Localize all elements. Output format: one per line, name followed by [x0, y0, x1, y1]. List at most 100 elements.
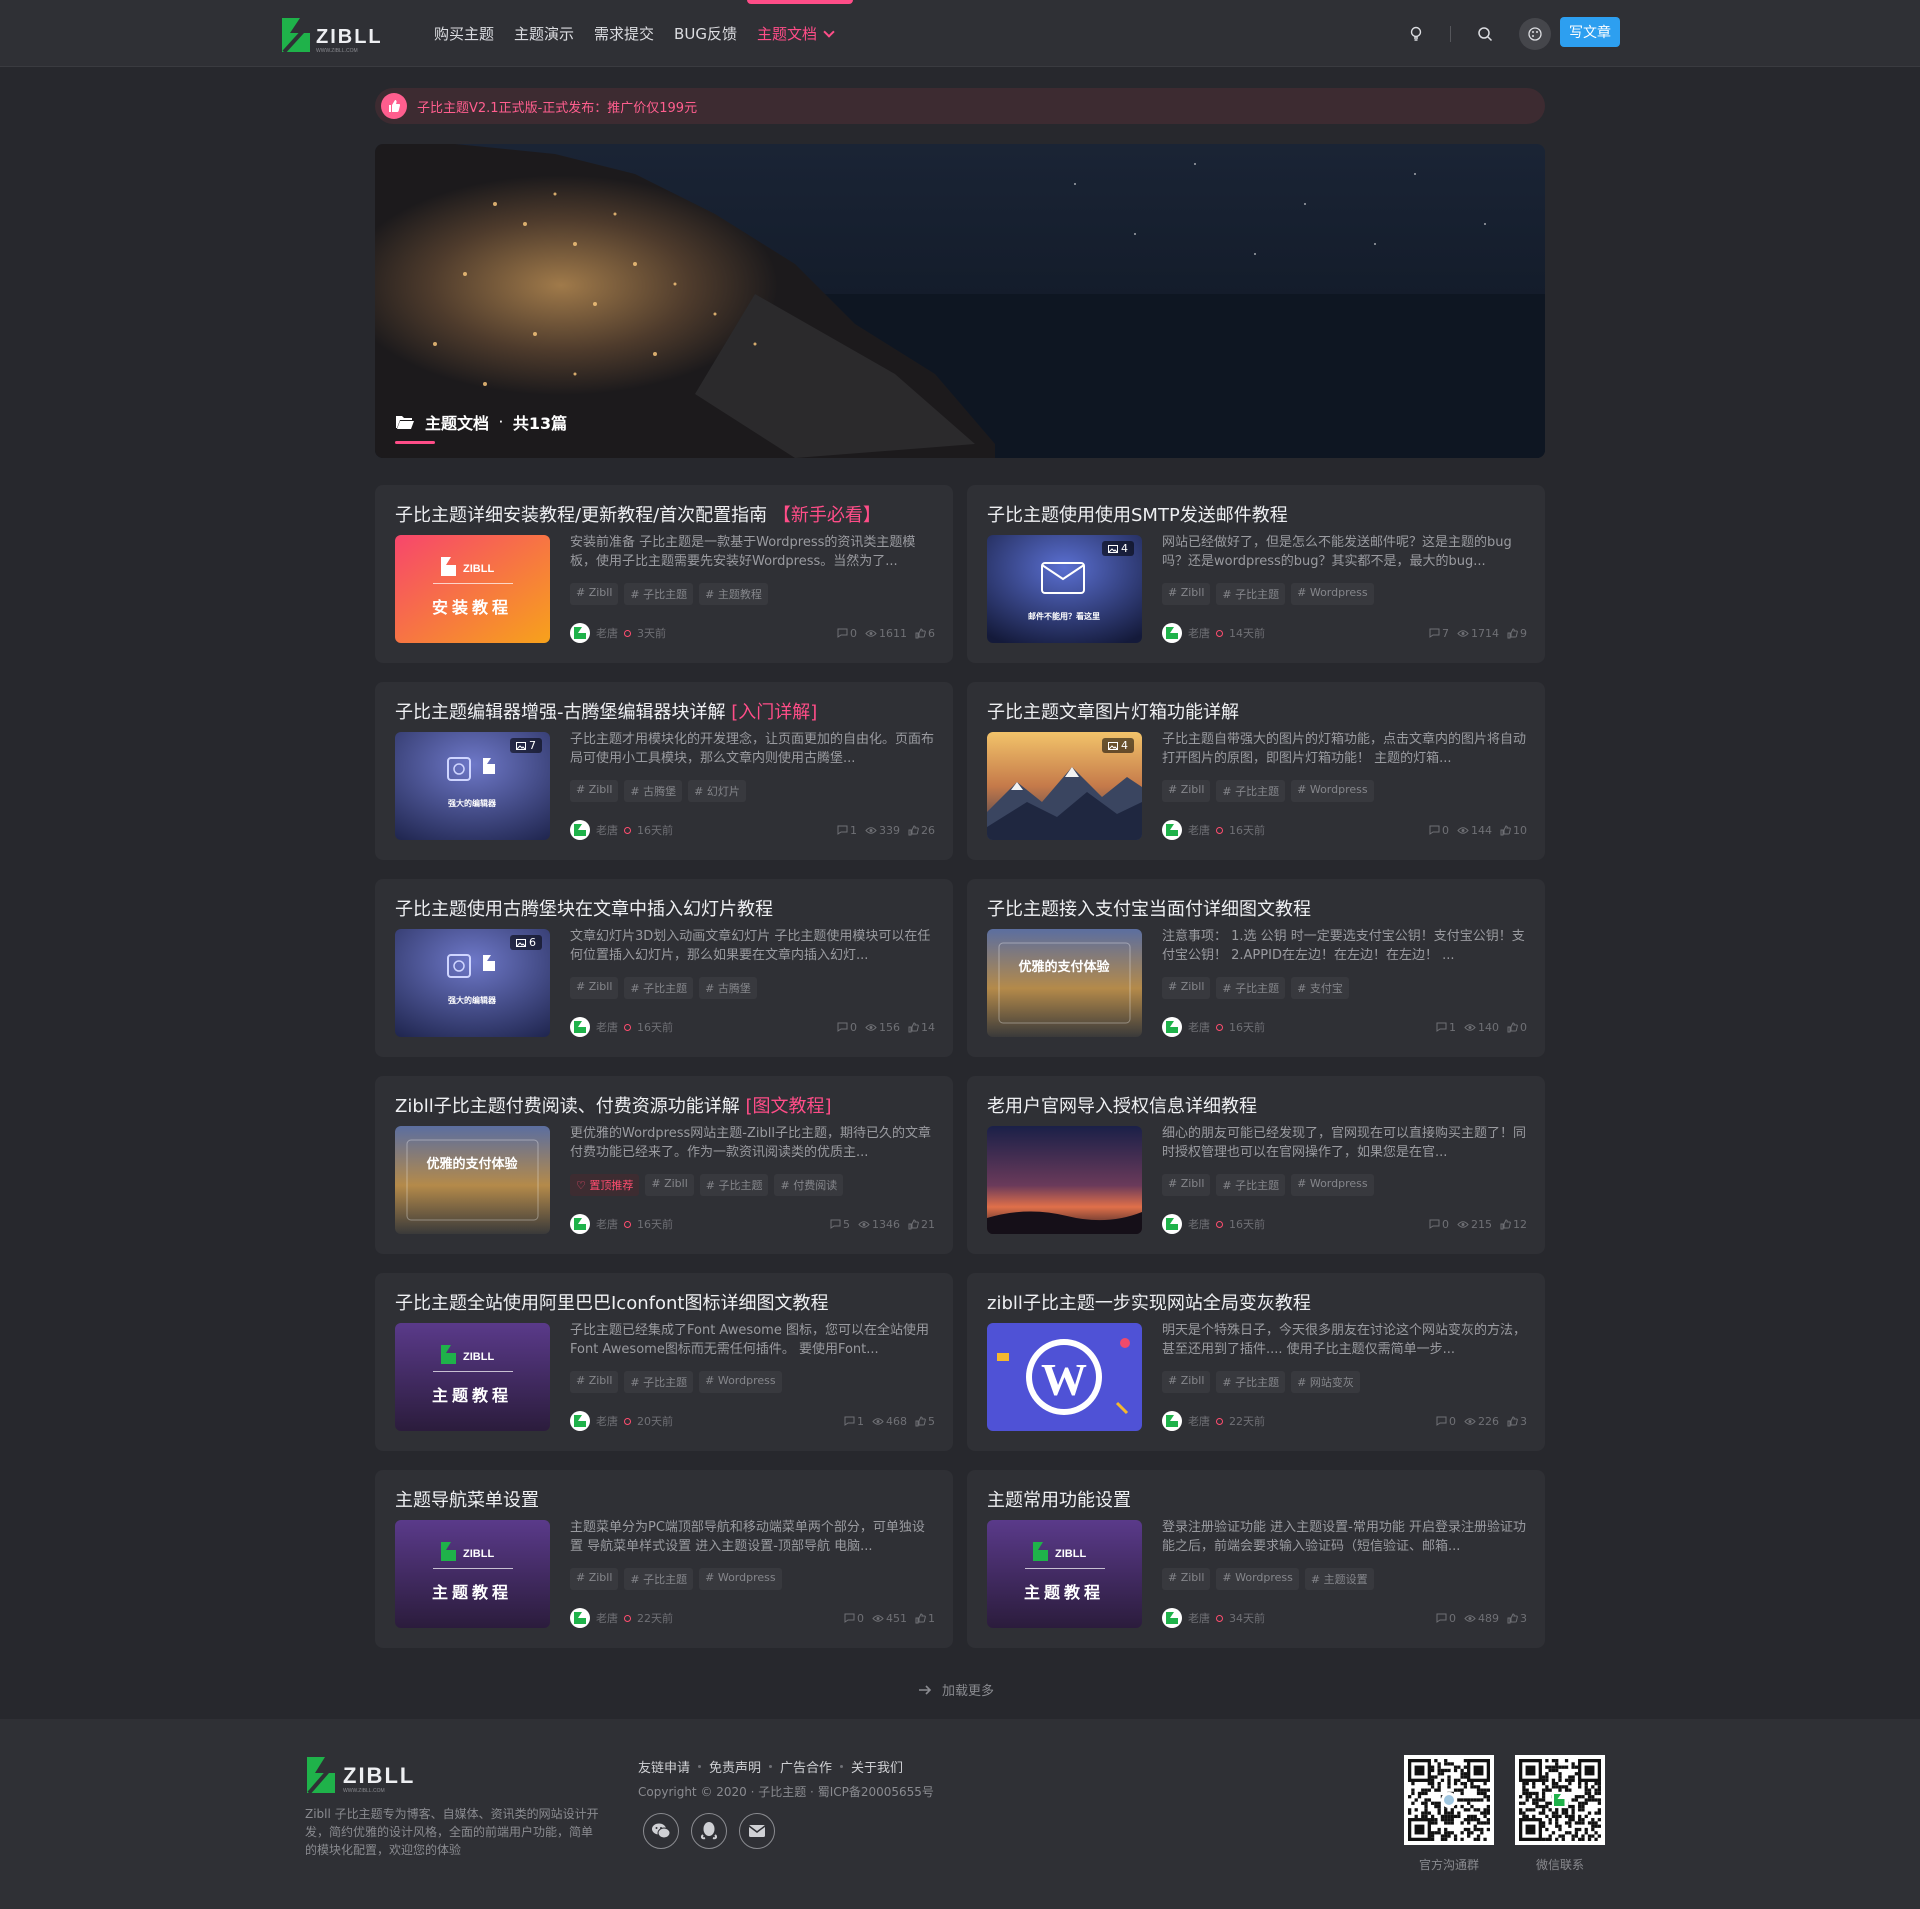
post-thumbnail[interactable]: ZIBLL 安装教程	[395, 535, 550, 643]
email-button[interactable]	[739, 1813, 775, 1849]
post-thumbnail[interactable]: 邮件不能用？看这里 4	[987, 535, 1142, 643]
author-avatar[interactable]	[1162, 1017, 1182, 1037]
post-title[interactable]: 主题常用功能设置	[987, 1486, 1525, 1512]
like-count[interactable]: 5	[915, 1415, 935, 1428]
post-card[interactable]: 子比主题全站使用阿里巴巴Iconfont图标详细图文教程 ZIBLL 主题教程 …	[375, 1273, 953, 1451]
author-name[interactable]: 老唐	[596, 822, 618, 838]
author-name[interactable]: 老唐	[596, 1413, 618, 1429]
post-tag[interactable]: # 支付宝	[1291, 977, 1349, 999]
nav-item-request[interactable]: 需求提交	[594, 0, 654, 67]
footer-link-about[interactable]: 关于我们	[851, 1757, 903, 1776]
qq-button[interactable]	[691, 1813, 727, 1849]
post-card[interactable]: 子比主题使用使用SMTP发送邮件教程 邮件不能用？看这里 4 网站已经做好了，但…	[967, 485, 1545, 663]
author-avatar[interactable]	[1162, 820, 1182, 840]
site-logo[interactable]: ZIBLL WWW.ZIBLL.COM	[280, 16, 400, 54]
post-title[interactable]: 主题导航菜单设置	[395, 1486, 933, 1512]
post-tag[interactable]: # 子比主题	[1216, 780, 1286, 802]
post-tag[interactable]: # Wordpress	[699, 1568, 782, 1590]
post-thumbnail[interactable]: 优雅的支付体验	[395, 1126, 550, 1234]
author-avatar[interactable]	[1162, 1214, 1182, 1234]
post-card[interactable]: 子比主题使用古腾堡块在文章中插入幻灯片教程 强大的编辑器 6 文章幻灯片3D划入…	[375, 879, 953, 1057]
post-card[interactable]: 主题常用功能设置 ZIBLL 主题教程 登录注册验证功能 进入主题设置-常用功能…	[967, 1470, 1545, 1648]
like-count[interactable]: 3	[1507, 1415, 1527, 1428]
search-button[interactable]	[1469, 18, 1501, 50]
author-avatar[interactable]	[1162, 1411, 1182, 1431]
post-tag[interactable]: # 幻灯片	[688, 780, 746, 802]
post-card[interactable]: zibll子比主题一步实现网站全局变灰教程 W 明天是个特殊日子，今天很多朋友在…	[967, 1273, 1545, 1451]
post-thumbnail[interactable]: 优雅的支付体验	[987, 929, 1142, 1037]
post-tag[interactable]: # 古腾堡	[699, 977, 757, 999]
post-thumbnail[interactable]: ZIBLL 主题教程	[987, 1520, 1142, 1628]
write-post-button[interactable]: 写文章	[1560, 17, 1620, 47]
author-avatar[interactable]	[570, 623, 590, 643]
post-tag[interactable]: # 子比主题	[1216, 1174, 1286, 1196]
author-avatar[interactable]	[570, 1608, 590, 1628]
author-avatar[interactable]	[1162, 623, 1182, 643]
like-count[interactable]: 3	[1507, 1612, 1527, 1625]
footer-link-ads[interactable]: 广告合作	[780, 1757, 832, 1776]
post-thumbnail[interactable]: W	[987, 1323, 1142, 1431]
author-avatar[interactable]	[570, 1411, 590, 1431]
like-count[interactable]: 12	[1500, 1218, 1527, 1231]
post-tag[interactable]: # 子比主题	[1216, 1371, 1286, 1393]
like-count[interactable]: 6	[915, 627, 935, 640]
post-thumbnail[interactable]: ZIBLL 主题教程	[395, 1323, 550, 1431]
post-title[interactable]: 子比主题使用古腾堡块在文章中插入幻灯片教程	[395, 895, 933, 921]
author-name[interactable]: 老唐	[1188, 1019, 1210, 1035]
post-tag[interactable]: # Wordpress	[1291, 1174, 1374, 1196]
post-card[interactable]: 老用户官网导入授权信息详细教程 细心的朋友可能已经发现了，官网现在可以直接购买主…	[967, 1076, 1545, 1254]
post-thumbnail[interactable]: 强大的编辑器 6	[395, 929, 550, 1037]
like-count[interactable]: 14	[908, 1021, 935, 1034]
post-title[interactable]: 老用户官网导入授权信息详细教程	[987, 1092, 1525, 1118]
post-card[interactable]: 子比主题接入支付宝当面付详细图文教程 优雅的支付体验 注意事项： 1.选 公钥 …	[967, 879, 1545, 1057]
post-tag[interactable]: # Wordpress	[1291, 583, 1374, 605]
author-name[interactable]: 老唐	[596, 1610, 618, 1626]
post-card[interactable]: 子比主题编辑器增强-古腾堡编辑器块详解 [入门详解] 强大的编辑器 7 子比主题…	[375, 682, 953, 860]
author-avatar[interactable]	[570, 1214, 590, 1234]
post-tag[interactable]: # 网站变灰	[1291, 1371, 1360, 1393]
nav-item-buy[interactable]: 购买主题	[434, 0, 494, 67]
like-count[interactable]: 9	[1507, 627, 1527, 640]
post-tag[interactable]: # Zibll	[1162, 977, 1211, 999]
post-thumbnail[interactable]: 强大的编辑器 7	[395, 732, 550, 840]
post-thumbnail[interactable]: ZIBLL 主题教程	[395, 1520, 550, 1628]
post-thumbnail[interactable]	[987, 1126, 1142, 1234]
post-tag[interactable]: # Zibll	[1162, 1371, 1211, 1393]
author-name[interactable]: 老唐	[1188, 625, 1210, 641]
author-avatar[interactable]	[570, 820, 590, 840]
post-card[interactable]: 子比主题详细安装教程/更新教程/首次配置指南 【新手必看】 ZIBLL 安装教程…	[375, 485, 953, 663]
nav-item-docs[interactable]: 主题文档	[746, 0, 853, 67]
author-avatar[interactable]	[1162, 1608, 1182, 1628]
post-tag[interactable]: # Zibll	[1162, 780, 1211, 802]
pinned-tag[interactable]: ♡ 置顶推荐	[570, 1174, 640, 1196]
author-avatar[interactable]	[570, 1017, 590, 1037]
post-title[interactable]: 子比主题详细安装教程/更新教程/首次配置指南 【新手必看】	[395, 501, 933, 527]
wechat-button[interactable]	[643, 1813, 679, 1849]
post-tag[interactable]: # Zibll	[645, 1174, 694, 1196]
post-tag[interactable]: # Wordpress	[1216, 1568, 1299, 1590]
author-name[interactable]: 老唐	[1188, 1216, 1210, 1232]
post-tag[interactable]: # Zibll	[1162, 583, 1211, 605]
post-tag[interactable]: # Zibll	[1162, 1174, 1211, 1196]
author-name[interactable]: 老唐	[596, 1019, 618, 1035]
author-name[interactable]: 老唐	[1188, 1413, 1210, 1429]
post-tag[interactable]: # Wordpress	[699, 1371, 782, 1393]
post-card[interactable]: 主题导航菜单设置 ZIBLL 主题教程 主题菜单分为PC端顶部导航和移动端菜单两…	[375, 1470, 953, 1648]
like-count[interactable]: 21	[908, 1218, 935, 1231]
post-tag[interactable]: # 子比主题	[624, 583, 694, 605]
load-more-button[interactable]: 加载更多	[918, 1680, 994, 1699]
post-tag[interactable]: # Zibll	[570, 1568, 619, 1590]
post-tag[interactable]: # 子比主题	[1216, 583, 1286, 605]
post-tag[interactable]: # Zibll	[1162, 1568, 1211, 1590]
post-tag[interactable]: # 子比主题	[624, 977, 694, 999]
author-name[interactable]: 老唐	[1188, 822, 1210, 838]
post-tag[interactable]: # 付费阅读	[774, 1174, 844, 1196]
like-count[interactable]: 0	[1507, 1021, 1527, 1034]
post-title[interactable]: 子比主题使用使用SMTP发送邮件教程	[987, 501, 1525, 527]
post-tag[interactable]: # 子比主题	[624, 1371, 694, 1393]
like-count[interactable]: 10	[1500, 824, 1527, 837]
post-tag[interactable]: # 主题教程	[699, 583, 768, 605]
footer-link-friend[interactable]: 友链申请	[638, 1757, 690, 1776]
post-title[interactable]: zibll子比主题一步实现网站全局变灰教程	[987, 1289, 1525, 1315]
post-tag[interactable]: # Zibll	[570, 780, 619, 802]
